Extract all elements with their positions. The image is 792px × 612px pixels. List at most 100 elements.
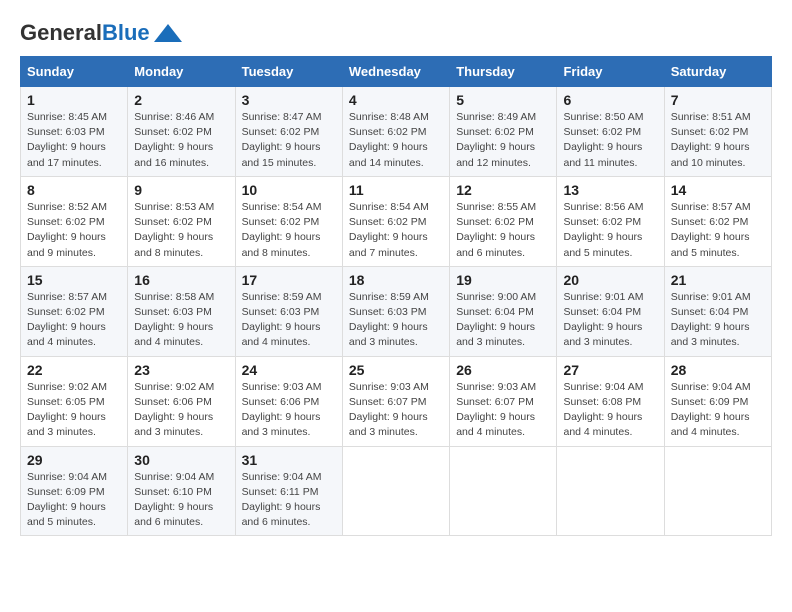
calendar-cell: 2 Sunrise: 8:46 AM Sunset: 6:02 PM Dayli… bbox=[128, 87, 235, 177]
day-number: 28 bbox=[671, 362, 765, 378]
day-info: Sunrise: 9:04 AM Sunset: 6:08 PM Dayligh… bbox=[563, 380, 657, 441]
day-number: 17 bbox=[242, 272, 336, 288]
day-info: Sunrise: 9:00 AM Sunset: 6:04 PM Dayligh… bbox=[456, 290, 550, 351]
sunset-label: Sunset: 6:07 PM bbox=[456, 396, 534, 408]
day-number: 31 bbox=[242, 452, 336, 468]
calendar-cell: 26 Sunrise: 9:03 AM Sunset: 6:07 PM Dayl… bbox=[450, 356, 557, 446]
header-thursday: Thursday bbox=[450, 57, 557, 87]
daylight-label: Daylight: 9 hours and 3 minutes. bbox=[27, 411, 106, 438]
sunrise-label: Sunrise: 8:50 AM bbox=[563, 111, 643, 123]
sunset-label: Sunset: 6:02 PM bbox=[563, 126, 641, 138]
daylight-label: Daylight: 9 hours and 4 minutes. bbox=[563, 411, 642, 438]
week-row-4: 22 Sunrise: 9:02 AM Sunset: 6:05 PM Dayl… bbox=[21, 356, 772, 446]
day-info: Sunrise: 8:57 AM Sunset: 6:02 PM Dayligh… bbox=[27, 290, 121, 351]
sunrise-label: Sunrise: 8:51 AM bbox=[671, 111, 751, 123]
day-info: Sunrise: 8:52 AM Sunset: 6:02 PM Dayligh… bbox=[27, 200, 121, 261]
day-number: 29 bbox=[27, 452, 121, 468]
day-info: Sunrise: 8:59 AM Sunset: 6:03 PM Dayligh… bbox=[242, 290, 336, 351]
sunset-label: Sunset: 6:02 PM bbox=[563, 216, 641, 228]
sunrise-label: Sunrise: 8:58 AM bbox=[134, 291, 214, 303]
day-info: Sunrise: 8:53 AM Sunset: 6:02 PM Dayligh… bbox=[134, 200, 228, 261]
day-info: Sunrise: 9:04 AM Sunset: 6:09 PM Dayligh… bbox=[27, 470, 121, 531]
sunset-label: Sunset: 6:04 PM bbox=[563, 306, 641, 318]
sunrise-label: Sunrise: 9:04 AM bbox=[671, 381, 751, 393]
daylight-label: Daylight: 9 hours and 5 minutes. bbox=[563, 231, 642, 258]
sunrise-label: Sunrise: 8:45 AM bbox=[27, 111, 107, 123]
calendar-cell: 14 Sunrise: 8:57 AM Sunset: 6:02 PM Dayl… bbox=[664, 176, 771, 266]
sunset-label: Sunset: 6:02 PM bbox=[242, 126, 320, 138]
daylight-label: Daylight: 9 hours and 14 minutes. bbox=[349, 141, 428, 168]
sunrise-label: Sunrise: 9:04 AM bbox=[242, 471, 322, 483]
day-info: Sunrise: 8:51 AM Sunset: 6:02 PM Dayligh… bbox=[671, 110, 765, 171]
daylight-label: Daylight: 9 hours and 6 minutes. bbox=[456, 231, 535, 258]
day-info: Sunrise: 8:54 AM Sunset: 6:02 PM Dayligh… bbox=[242, 200, 336, 261]
logo: GeneralBlue bbox=[20, 20, 182, 46]
calendar-cell: 8 Sunrise: 8:52 AM Sunset: 6:02 PM Dayli… bbox=[21, 176, 128, 266]
calendar-cell: 18 Sunrise: 8:59 AM Sunset: 6:03 PM Dayl… bbox=[342, 266, 449, 356]
daylight-label: Daylight: 9 hours and 4 minutes. bbox=[671, 411, 750, 438]
sunset-label: Sunset: 6:02 PM bbox=[349, 216, 427, 228]
day-info: Sunrise: 9:04 AM Sunset: 6:09 PM Dayligh… bbox=[671, 380, 765, 441]
day-info: Sunrise: 8:46 AM Sunset: 6:02 PM Dayligh… bbox=[134, 110, 228, 171]
daylight-label: Daylight: 9 hours and 6 minutes. bbox=[242, 501, 321, 528]
calendar-header: SundayMondayTuesdayWednesdayThursdayFrid… bbox=[21, 57, 772, 87]
daylight-label: Daylight: 9 hours and 3 minutes. bbox=[671, 321, 750, 348]
sunset-label: Sunset: 6:09 PM bbox=[671, 396, 749, 408]
calendar-cell: 15 Sunrise: 8:57 AM Sunset: 6:02 PM Dayl… bbox=[21, 266, 128, 356]
day-number: 27 bbox=[563, 362, 657, 378]
day-number: 1 bbox=[27, 92, 121, 108]
sunrise-label: Sunrise: 8:59 AM bbox=[242, 291, 322, 303]
day-number: 30 bbox=[134, 452, 228, 468]
daylight-label: Daylight: 9 hours and 3 minutes. bbox=[563, 321, 642, 348]
day-number: 7 bbox=[671, 92, 765, 108]
day-number: 10 bbox=[242, 182, 336, 198]
sunset-label: Sunset: 6:02 PM bbox=[27, 216, 105, 228]
sunset-label: Sunset: 6:02 PM bbox=[27, 306, 105, 318]
calendar-cell: 23 Sunrise: 9:02 AM Sunset: 6:06 PM Dayl… bbox=[128, 356, 235, 446]
calendar-table: SundayMondayTuesdayWednesdayThursdayFrid… bbox=[20, 56, 772, 536]
sunrise-label: Sunrise: 9:04 AM bbox=[563, 381, 643, 393]
day-info: Sunrise: 8:48 AM Sunset: 6:02 PM Dayligh… bbox=[349, 110, 443, 171]
sunrise-label: Sunrise: 9:04 AM bbox=[134, 471, 214, 483]
calendar-cell bbox=[450, 446, 557, 536]
sunset-label: Sunset: 6:03 PM bbox=[349, 306, 427, 318]
day-info: Sunrise: 8:54 AM Sunset: 6:02 PM Dayligh… bbox=[349, 200, 443, 261]
sunset-label: Sunset: 6:03 PM bbox=[134, 306, 212, 318]
calendar-cell: 12 Sunrise: 8:55 AM Sunset: 6:02 PM Dayl… bbox=[450, 176, 557, 266]
week-row-5: 29 Sunrise: 9:04 AM Sunset: 6:09 PM Dayl… bbox=[21, 446, 772, 536]
day-number: 6 bbox=[563, 92, 657, 108]
calendar-cell bbox=[342, 446, 449, 536]
sunset-label: Sunset: 6:11 PM bbox=[242, 486, 319, 498]
day-info: Sunrise: 8:57 AM Sunset: 6:02 PM Dayligh… bbox=[671, 200, 765, 261]
day-number: 4 bbox=[349, 92, 443, 108]
daylight-label: Daylight: 9 hours and 4 minutes. bbox=[456, 411, 535, 438]
sunrise-label: Sunrise: 8:57 AM bbox=[27, 291, 107, 303]
sunset-label: Sunset: 6:06 PM bbox=[134, 396, 212, 408]
sunset-label: Sunset: 6:02 PM bbox=[456, 126, 534, 138]
daylight-label: Daylight: 9 hours and 3 minutes. bbox=[349, 411, 428, 438]
sunset-label: Sunset: 6:03 PM bbox=[27, 126, 105, 138]
day-number: 5 bbox=[456, 92, 550, 108]
day-info: Sunrise: 8:49 AM Sunset: 6:02 PM Dayligh… bbox=[456, 110, 550, 171]
day-info: Sunrise: 9:04 AM Sunset: 6:10 PM Dayligh… bbox=[134, 470, 228, 531]
day-number: 9 bbox=[134, 182, 228, 198]
sunset-label: Sunset: 6:02 PM bbox=[349, 126, 427, 138]
day-number: 8 bbox=[27, 182, 121, 198]
calendar-body: 1 Sunrise: 8:45 AM Sunset: 6:03 PM Dayli… bbox=[21, 87, 772, 536]
sunset-label: Sunset: 6:05 PM bbox=[27, 396, 105, 408]
day-number: 18 bbox=[349, 272, 443, 288]
sunrise-label: Sunrise: 9:01 AM bbox=[563, 291, 643, 303]
logo-icon bbox=[154, 24, 182, 42]
calendar-cell: 28 Sunrise: 9:04 AM Sunset: 6:09 PM Dayl… bbox=[664, 356, 771, 446]
day-number: 14 bbox=[671, 182, 765, 198]
daylight-label: Daylight: 9 hours and 7 minutes. bbox=[349, 231, 428, 258]
day-info: Sunrise: 9:04 AM Sunset: 6:11 PM Dayligh… bbox=[242, 470, 336, 531]
sunrise-label: Sunrise: 9:02 AM bbox=[27, 381, 107, 393]
sunrise-label: Sunrise: 8:55 AM bbox=[456, 201, 536, 213]
day-number: 22 bbox=[27, 362, 121, 378]
day-number: 25 bbox=[349, 362, 443, 378]
sunrise-label: Sunrise: 8:56 AM bbox=[563, 201, 643, 213]
calendar-cell: 22 Sunrise: 9:02 AM Sunset: 6:05 PM Dayl… bbox=[21, 356, 128, 446]
sunset-label: Sunset: 6:02 PM bbox=[242, 216, 320, 228]
daylight-label: Daylight: 9 hours and 3 minutes. bbox=[456, 321, 535, 348]
